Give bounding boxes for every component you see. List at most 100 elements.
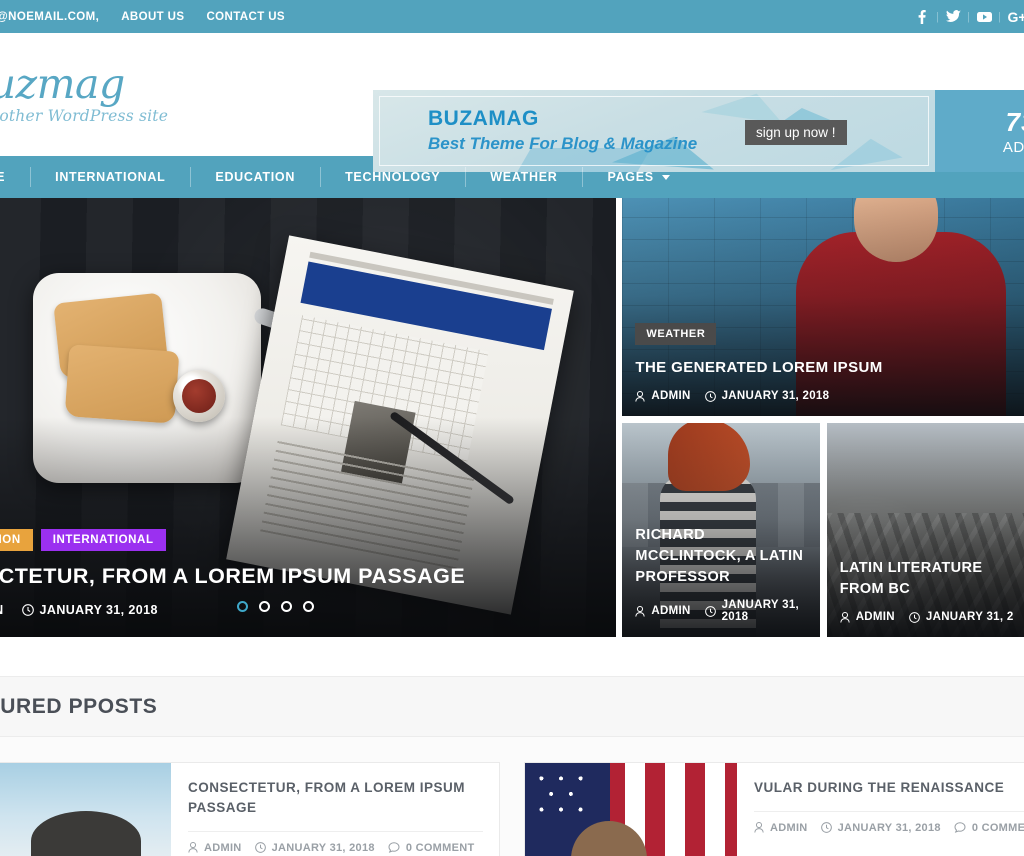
card-date-label: JANUARY 31, 2018 (721, 599, 800, 623)
user-icon (635, 390, 646, 402)
post-image (0, 763, 171, 856)
card-caption: LATIN LITERATURE FROM BC ADMIN JANUARY 3… (840, 558, 1014, 623)
ad-size-caption: ADVERTISEM (1002, 138, 1024, 156)
nav-items: ME INTERNATIONAL EDUCATION TECHNOLOGY WE… (0, 156, 695, 198)
featured-card-latin-literature[interactable]: LATIN LITERATURE FROM BC ADMIN JANUARY 3… (826, 423, 1024, 637)
nav-item-pages[interactable]: PAGES (582, 156, 694, 198)
youtube-icon[interactable] (973, 11, 995, 23)
nav-item-international[interactable]: INTERNATIONAL (30, 156, 190, 198)
featured-card-weather[interactable]: WEATHER THE GENERATED LOREM IPSUM ADMIN … (622, 198, 1024, 416)
ad-placeholder-slot: 730 X 9 ADVERTISEM (935, 90, 1024, 172)
featured-posts-header: EATURED PPOSTS (0, 677, 1024, 737)
user-icon (840, 611, 850, 623)
social-separator: | (967, 10, 970, 23)
clock-icon (909, 611, 920, 623)
clock-icon (704, 605, 716, 617)
slider-dot-3[interactable] (281, 601, 293, 612)
post-comments-label: 0 COMMENT (971, 821, 1024, 834)
slider-dot-4[interactable] (303, 601, 315, 612)
featured-card-row: RICHARD MCCLINTOCK, A LATIN PROFESSOR AD… (622, 423, 1024, 637)
post-date-label: JANUARY 31, 2018 (271, 841, 375, 854)
slider-dot-2[interactable] (259, 601, 271, 612)
card-date: JANUARY 31, 2 (909, 611, 1014, 623)
site-tagline: st another WordPress site (0, 107, 169, 125)
slider-post-title[interactable]: NSECTETUR, FROM A LOREM IPSUM PASSAGE (0, 564, 616, 589)
post-title[interactable]: CONSECTETUR, FROM A LOREM IPSUM PASSAGE (188, 778, 483, 818)
clock-icon (704, 390, 716, 402)
contact-email[interactable]: MPLE@NOEMAIL.COM, (0, 11, 99, 23)
social-separator: | (998, 10, 1001, 23)
post-thumbnail[interactable] (0, 763, 171, 856)
topbar-link-contact-us[interactable]: CONTACT US (206, 11, 285, 23)
nav-item-label: EDUCATION (215, 170, 296, 184)
nav-item-technology[interactable]: TECHNOLOGY (320, 156, 465, 198)
google-plus-icon[interactable]: G+ (1004, 9, 1024, 25)
post-meta: ADMIN JANUARY 31, 2018 0 COMMENT (188, 830, 483, 854)
card-author-label: ADMIN (651, 605, 691, 617)
top-bar-left: MPLE@NOEMAIL.COM, ABOUT US CONTACT US (0, 11, 285, 23)
card-author: ADMIN (635, 390, 690, 402)
featured-card-latin-professor[interactable]: RICHARD MCCLINTOCK, A LATIN PROFESSOR AD… (622, 423, 820, 637)
post-info: VULAR DURING THE RENAISSANCE ADMIN JANUA… (737, 763, 1024, 856)
top-bar: MPLE@NOEMAIL.COM, ABOUT US CONTACT US | … (0, 0, 1024, 33)
ad-size-label: 730 X 9 (1005, 106, 1024, 137)
nav-item-label: ME (0, 170, 6, 184)
featured-area: UCATION INTERNATIONAL NSECTETUR, FROM A … (0, 198, 1024, 637)
post-date-label: JANUARY 31, 2018 (837, 821, 941, 834)
site-logo[interactable]: Buzmag st another WordPress site (0, 64, 220, 126)
category-badge-weather[interactable]: WEATHER (635, 323, 717, 346)
card-title[interactable]: THE GENERATED LOREM IPSUM (635, 357, 1014, 379)
post-card[interactable]: CONSECTETUR, FROM A LOREM IPSUM PASSAGE … (0, 762, 500, 856)
featured-slider[interactable]: UCATION INTERNATIONAL NSECTETUR, FROM A … (0, 198, 617, 637)
post-thumbnail[interactable] (525, 763, 737, 856)
jam-jar-shape (173, 370, 225, 422)
post-card[interactable]: VULAR DURING THE RENAISSANCE ADMIN JANUA… (524, 762, 1024, 856)
user-icon (635, 605, 646, 617)
card-author-label: ADMIN (651, 390, 691, 402)
category-badge-education[interactable]: UCATION (0, 529, 33, 551)
nav-item-education[interactable]: EDUCATION (190, 156, 320, 198)
post-comments: 0 COMMENT (388, 842, 475, 854)
category-badge-international[interactable]: INTERNATIONAL (40, 529, 166, 551)
nav-item-label: WEATHER (490, 170, 558, 184)
post-info: CONSECTETUR, FROM A LOREM IPSUM PASSAGE … (171, 763, 499, 856)
nav-item-label: INTERNATIONAL (55, 170, 166, 184)
card-date: JANUARY 31, 2018 (704, 599, 810, 623)
ad-signup-button[interactable]: sign up now ! (745, 120, 847, 145)
topbar-link-about-us[interactable]: ABOUT US (121, 11, 184, 23)
site-header: Buzmag st another WordPress site BUZAMAG… (0, 33, 1024, 172)
nav-item-home[interactable]: ME (0, 156, 30, 198)
facebook-icon[interactable] (911, 9, 933, 24)
slider-category-badges: UCATION INTERNATIONAL (0, 529, 616, 551)
card-author-label: ADMIN (855, 611, 895, 623)
card-caption: RICHARD MCCLINTOCK, A LATIN PROFESSOR AD… (635, 525, 809, 623)
clock-icon (254, 842, 266, 854)
comment-icon (388, 842, 400, 854)
card-title[interactable]: LATIN LITERATURE FROM BC (840, 558, 1014, 600)
nav-item-label: PAGES (607, 170, 654, 184)
post-meta: ADMIN JANUARY 31, 2018 0 COMMENT (754, 810, 1024, 834)
card-title[interactable]: RICHARD MCCLINTOCK, A LATIN PROFESSOR (635, 525, 809, 588)
card-date: JANUARY 31, 2018 (704, 390, 830, 402)
comment-icon (954, 822, 966, 834)
slider-dot-1[interactable] (237, 601, 249, 612)
card-date-label: JANUARY 31, 2018 (721, 390, 830, 402)
user-icon (188, 842, 198, 853)
post-date: JANUARY 31, 2018 (820, 821, 941, 834)
toast-shape (64, 344, 180, 424)
post-author: ADMIN (754, 822, 808, 834)
card-meta: ADMIN JANUARY 31, 2018 (635, 599, 809, 623)
card-date-label: JANUARY 31, 2 (925, 611, 1014, 623)
card-caption: WEATHER THE GENERATED LOREM IPSUM ADMIN … (635, 323, 1014, 402)
post-title[interactable]: VULAR DURING THE RENAISSANCE (754, 778, 1024, 798)
post-date: JANUARY 31, 2018 (254, 841, 375, 854)
twitter-icon[interactable] (942, 10, 964, 23)
nav-item-label: TECHNOLOGY (345, 170, 441, 184)
slider-author: DMIN (0, 603, 4, 617)
card-meta: ADMIN JANUARY 31, 2018 (635, 390, 1014, 402)
nav-item-weather[interactable]: WEATHER (465, 156, 582, 198)
card-author: ADMIN (840, 611, 895, 623)
clock-icon (21, 604, 34, 616)
chevron-down-icon (661, 174, 670, 180)
ad-title: BUZAMAG (428, 107, 539, 130)
